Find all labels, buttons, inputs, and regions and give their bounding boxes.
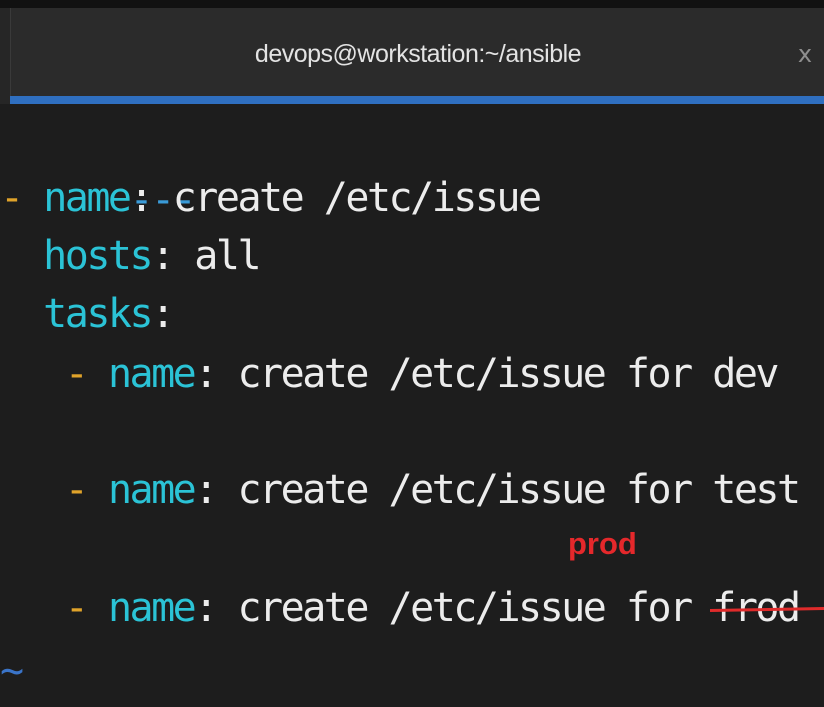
editor-line-7: - name: create /etc/issue for test <box>0 461 801 519</box>
yaml-key-name: name <box>107 585 197 631</box>
window-left-edge <box>0 8 10 104</box>
window-top-edge <box>0 0 824 8</box>
yaml-value: all <box>194 233 261 279</box>
yaml-key-name: name <box>107 351 197 397</box>
yaml-colon: : <box>194 585 218 631</box>
yaml-value: create /etc/issue for <box>237 351 713 397</box>
editor-line-4: tasks: <box>0 285 175 343</box>
yaml-value-env: dev <box>712 351 779 397</box>
list-dash: - <box>64 351 89 397</box>
yaml-value: create /etc/issue for <box>237 585 713 631</box>
editor-line-2: - name: create /etc/issue <box>0 169 542 227</box>
window-title: devops@workstation:~/ansible <box>254 40 582 68</box>
list-dash: - <box>64 585 89 631</box>
list-dash: - <box>64 467 89 513</box>
correction-annotation: prod <box>568 526 637 561</box>
empty-line-marker: ~ <box>0 648 24 694</box>
yaml-value-env: test <box>712 467 801 513</box>
terminal-window: devops@workstation:~/ansible x --- - nam… <box>0 0 824 707</box>
yaml-colon: : <box>129 175 154 221</box>
yaml-key-name: name <box>107 467 197 513</box>
yaml-colon: : <box>194 467 218 513</box>
yaml-colon: : <box>194 351 218 397</box>
yaml-key-name: name <box>43 175 132 221</box>
title-bar: devops@workstation:~/ansible x <box>10 8 824 96</box>
editor-line-9: - name: create /etc/issue for frod <box>0 579 824 637</box>
editor-line-1: --- <box>0 113 197 223</box>
editor-line-5: - name: create /etc/issue for dev <box>0 345 780 403</box>
active-tab-indicator <box>10 96 824 104</box>
close-icon[interactable]: x <box>793 40 817 68</box>
yaml-key-tasks: tasks <box>43 291 153 337</box>
yaml-colon: : <box>151 291 175 337</box>
yaml-key-hosts: hosts <box>43 233 153 279</box>
yaml-colon: : <box>151 233 175 279</box>
struck-out-value: frod <box>710 585 824 631</box>
yaml-value: create /etc/issue for <box>237 467 713 513</box>
editor-line-3: hosts: all <box>0 227 261 285</box>
yaml-value: create /etc/issue <box>172 175 542 221</box>
editor-area[interactable]: --- - name: create /etc/issue hosts: all… <box>0 104 824 707</box>
list-dash: - <box>0 175 24 221</box>
